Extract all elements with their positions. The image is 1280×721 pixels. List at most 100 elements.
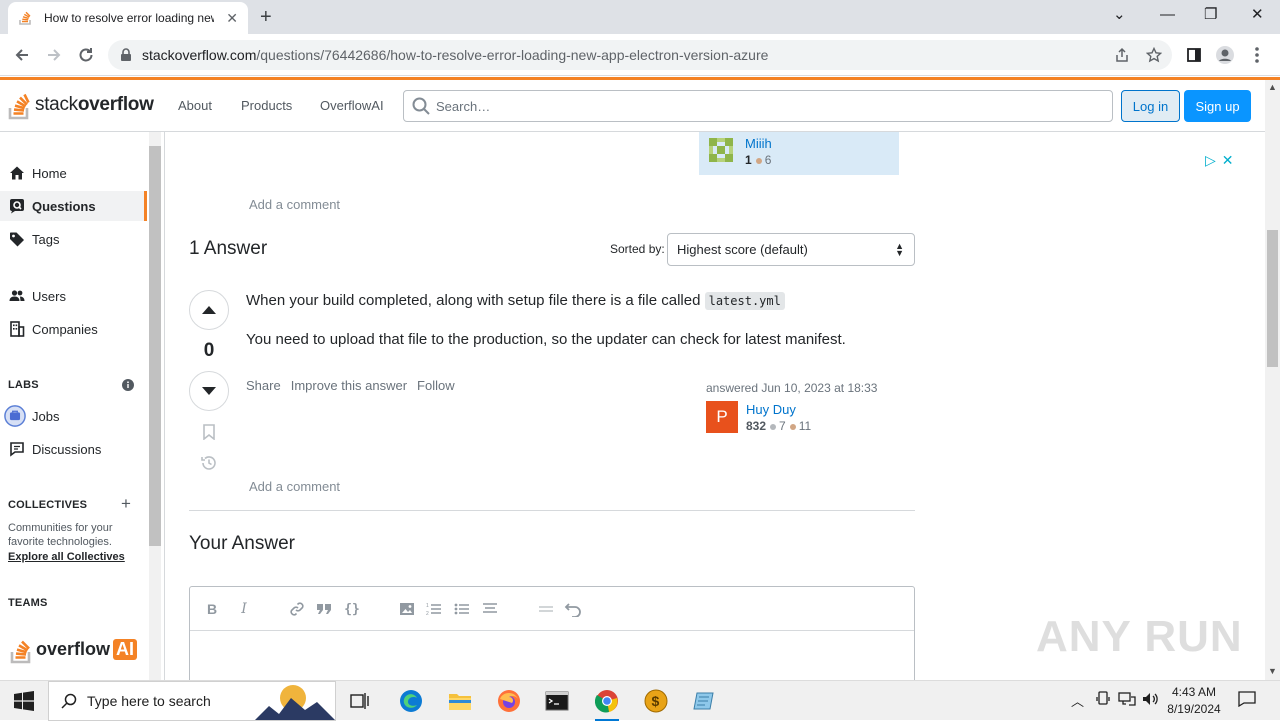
- heading-icon[interactable]: [480, 599, 500, 619]
- restore-icon[interactable]: ❐: [1204, 5, 1217, 25]
- follow-link[interactable]: Follow: [417, 378, 455, 393]
- jobs-icon: [4, 405, 26, 427]
- tray-chevron-icon[interactable]: ︿: [1071, 691, 1084, 710]
- ad-choices[interactable]: ▷ ✕: [1205, 152, 1234, 169]
- bookmark-star-icon[interactable]: [1143, 44, 1165, 66]
- share-link[interactable]: Share: [246, 378, 281, 393]
- answered-timestamp: answered Jun 10, 2023 at 18:33: [706, 381, 878, 395]
- back-icon[interactable]: [11, 44, 33, 66]
- nav-about[interactable]: About: [178, 98, 212, 113]
- downvote-button[interactable]: [189, 371, 229, 411]
- image-icon[interactable]: [397, 599, 417, 619]
- new-tab-button[interactable]: +: [260, 6, 272, 28]
- logo-text: stackoverflow: [35, 94, 154, 115]
- left-sidebar: Home Questions Tags Users Companies LABS…: [0, 132, 165, 680]
- adchoices-play-icon[interactable]: ▷: [1205, 152, 1216, 169]
- tab-close-icon[interactable]: ✕: [226, 10, 238, 26]
- nav-overflowai[interactable]: OverflowAI: [320, 98, 384, 113]
- volume-icon[interactable]: [1142, 691, 1160, 710]
- tab-search-chevron-icon[interactable]: ⌄: [1113, 5, 1126, 25]
- unordered-list-icon[interactable]: [452, 599, 472, 619]
- task-view-icon[interactable]: [346, 687, 374, 715]
- question-owner-name[interactable]: Miiih: [745, 136, 772, 151]
- lock-icon: [121, 48, 131, 61]
- site-search-input[interactable]: Search…: [403, 90, 1113, 122]
- history-icon[interactable]: [199, 453, 219, 473]
- notifications-icon[interactable]: [1238, 691, 1256, 710]
- bookmark-icon[interactable]: [199, 422, 219, 442]
- question-add-comment-link[interactable]: Add a comment: [249, 197, 340, 212]
- overflow-ai-badge: AI: [113, 638, 138, 660]
- notepad-app-icon[interactable]: [690, 687, 718, 715]
- taskbar-search-box[interactable]: Type here to search: [48, 681, 336, 721]
- money-app-icon[interactable]: $: [642, 687, 670, 715]
- address-bar[interactable]: stackoverflow.com/questions/76442686/how…: [108, 40, 1172, 70]
- reload-icon[interactable]: [75, 44, 97, 66]
- ad-close-icon[interactable]: ✕: [1222, 152, 1234, 169]
- windows-start-icon[interactable]: [14, 691, 34, 711]
- horizontal-rule-icon[interactable]: [536, 599, 556, 619]
- upvote-button[interactable]: [189, 290, 229, 330]
- overflow-ai-promo[interactable]: overflow AI: [10, 634, 138, 664]
- explore-collectives-link[interactable]: Explore all Collectives: [8, 551, 125, 563]
- search-highlight-icon: [255, 685, 335, 720]
- sidebar-item-home[interactable]: Home: [0, 158, 147, 188]
- scroll-up-icon[interactable]: ▲: [1268, 82, 1277, 92]
- ordered-list-icon[interactable]: 12: [424, 599, 444, 619]
- answerer-avatar[interactable]: P: [706, 401, 738, 433]
- side-panel-icon[interactable]: [1183, 44, 1205, 66]
- sidebar-item-jobs[interactable]: Jobs: [0, 401, 147, 431]
- nav-products[interactable]: Products: [241, 98, 292, 113]
- main-content: Miiih 16 ▷ ✕ Add a comment 1 Answer Sort…: [165, 132, 1265, 686]
- undo-icon[interactable]: [563, 599, 583, 619]
- sidebar-item-users[interactable]: Users: [0, 281, 147, 311]
- answerer-name[interactable]: Huy Duy: [746, 402, 796, 417]
- answer-paragraph-2: You need to upload that file to the prod…: [246, 331, 846, 348]
- sidebar-item-questions[interactable]: Questions: [0, 191, 147, 221]
- clock-time: 4:43 AM: [1171, 685, 1217, 699]
- file-explorer-icon[interactable]: [446, 687, 474, 715]
- signup-button[interactable]: Sign up: [1184, 90, 1251, 122]
- sidebar-scrollbar-thumb[interactable]: [149, 146, 161, 546]
- link-icon[interactable]: [287, 599, 307, 619]
- sidebar-item-tags[interactable]: Tags: [0, 224, 147, 254]
- add-collective-icon[interactable]: +: [121, 495, 131, 512]
- italic-icon[interactable]: I: [234, 599, 254, 619]
- network-icon[interactable]: [1118, 691, 1136, 710]
- sidebar-item-companies[interactable]: Companies: [0, 314, 147, 344]
- close-window-icon[interactable]: ✕: [1251, 5, 1264, 25]
- tray-device-icon[interactable]: [1096, 691, 1110, 710]
- browser-tab[interactable]: How to resolve error loading new app ele…: [8, 2, 248, 34]
- info-icon[interactable]: [122, 378, 134, 396]
- sidebar-item-label: Jobs: [32, 408, 60, 424]
- improve-answer-link[interactable]: Improve this answer: [291, 378, 407, 393]
- answer-add-comment-link[interactable]: Add a comment: [249, 479, 340, 494]
- edge-browser-icon[interactable]: [397, 687, 425, 715]
- login-button[interactable]: Log in: [1121, 90, 1180, 122]
- browser-menu-icon[interactable]: [1246, 44, 1268, 66]
- svg-text:1: 1: [426, 603, 429, 609]
- page-scrollbar-track[interactable]: [1265, 80, 1280, 680]
- forward-icon[interactable]: [43, 44, 65, 66]
- blockquote-icon[interactable]: [314, 599, 334, 619]
- sidebar-item-discussions[interactable]: Discussions: [0, 434, 147, 464]
- firefox-icon[interactable]: [495, 687, 523, 715]
- scroll-down-icon[interactable]: ▼: [1268, 666, 1277, 676]
- site-logo[interactable]: stackoverflow: [8, 88, 154, 122]
- share-icon[interactable]: [1111, 44, 1133, 66]
- section-divider: [189, 510, 915, 511]
- page-scrollbar-thumb[interactable]: [1267, 230, 1278, 367]
- answers-count-heading: 1 Answer: [189, 238, 268, 259]
- answer-editor: B I {} 12: [189, 586, 915, 686]
- taskbar-clock[interactable]: 4:43 AM 8/19/2024: [1162, 684, 1226, 718]
- site-header: stackoverflow About Products OverflowAI …: [0, 80, 1265, 132]
- chrome-browser-icon[interactable]: [593, 687, 621, 721]
- sort-answers-select[interactable]: Highest score (default) ▲ ▼: [667, 233, 915, 266]
- code-block-icon[interactable]: {}: [342, 599, 362, 619]
- profile-icon[interactable]: [1214, 44, 1236, 66]
- questions-icon: [8, 197, 26, 215]
- terminal-icon[interactable]: [543, 687, 571, 715]
- minimize-icon[interactable]: —: [1160, 5, 1175, 25]
- user-gravatar[interactable]: [705, 134, 737, 166]
- bold-icon[interactable]: B: [202, 599, 222, 619]
